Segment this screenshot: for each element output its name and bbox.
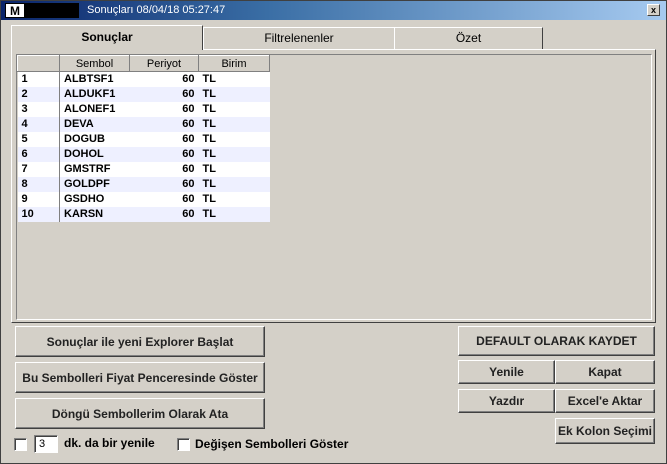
row-period: 60 xyxy=(129,71,199,87)
table-row[interactable]: 9 GSDHO 60 TL xyxy=(17,191,270,207)
print-button[interactable]: Yazdır xyxy=(458,389,555,413)
row-symbol: ALDUKF1 xyxy=(59,86,130,102)
close-button[interactable]: Kapat xyxy=(555,360,655,384)
row-unit: TL xyxy=(198,191,270,207)
column-header-symbol[interactable]: Sembol xyxy=(59,55,130,72)
row-unit: TL xyxy=(198,101,270,117)
table-row[interactable]: 7 GMSTRF 60 TL xyxy=(17,161,270,177)
row-unit: TL xyxy=(198,86,270,102)
column-header-index[interactable] xyxy=(17,55,60,72)
row-unit: TL xyxy=(198,116,270,132)
row-unit: TL xyxy=(198,206,270,222)
row-index: 1 xyxy=(17,71,60,87)
title-bar[interactable]: M Sonuçları 08/04/18 05:27:47 x xyxy=(1,1,666,20)
refresh-label: dk. da bir yenile xyxy=(64,436,155,450)
app-logo: M xyxy=(5,3,25,18)
row-index: 3 xyxy=(17,101,60,117)
row-period: 60 xyxy=(129,191,199,207)
start-explorer-button[interactable]: Sonuçlar ile yeni Explorer Başlat xyxy=(15,326,265,357)
row-unit: TL xyxy=(198,71,270,87)
row-period: 60 xyxy=(129,116,199,132)
tab-filtered[interactable]: Filtrelenenler xyxy=(203,27,395,49)
row-unit: TL xyxy=(198,131,270,147)
assign-loop-symbols-button[interactable]: Döngü Sembollerim Olarak Ata xyxy=(15,398,265,429)
row-period: 60 xyxy=(129,176,199,192)
auto-refresh-checkbox[interactable] xyxy=(14,438,27,451)
table-row[interactable]: 3 ALONEF1 60 TL xyxy=(17,101,270,117)
row-symbol: GMSTRF xyxy=(59,161,130,177)
show-changed-checkbox[interactable] xyxy=(177,438,190,451)
row-index: 9 xyxy=(17,191,60,207)
window-title: Sonuçları 08/04/18 05:27:47 xyxy=(87,4,226,16)
results-grid[interactable]: Sembol Periyot Birim 1 ALBTSF1 60 TL 2 A… xyxy=(16,54,652,320)
row-index: 4 xyxy=(17,116,60,132)
row-index: 7 xyxy=(17,161,60,177)
row-unit: TL xyxy=(198,176,270,192)
row-period: 60 xyxy=(129,161,199,177)
row-symbol: GOLDPF xyxy=(59,176,130,192)
column-header-period[interactable]: Periyot xyxy=(129,55,199,72)
refresh-button[interactable]: Yenile xyxy=(458,360,555,384)
table-row[interactable]: 5 DOGUB 60 TL xyxy=(17,131,270,147)
row-symbol: DOHOL xyxy=(59,146,130,162)
export-excel-button[interactable]: Excel'e Aktar xyxy=(555,389,655,413)
row-period: 60 xyxy=(129,131,199,147)
table-row[interactable]: 10 KARSN 60 TL xyxy=(17,206,270,222)
row-period: 60 xyxy=(129,86,199,102)
table-row[interactable]: 6 DOHOL 60 TL xyxy=(17,146,270,162)
show-changed-label: Değişen Sembolleri Göster xyxy=(195,437,349,451)
tab-summary[interactable]: Özet xyxy=(394,27,543,49)
close-icon[interactable]: x xyxy=(647,4,660,16)
row-symbol: ALONEF1 xyxy=(59,101,130,117)
results-table: Sembol Periyot Birim 1 ALBTSF1 60 TL 2 A… xyxy=(17,55,270,222)
row-index: 6 xyxy=(17,146,60,162)
table-row[interactable]: 4 DEVA 60 TL xyxy=(17,116,270,132)
row-index: 5 xyxy=(17,131,60,147)
show-in-price-window-button[interactable]: Bu Sembolleri Fiyat Penceresinde Göster xyxy=(15,362,265,393)
tab-strip: Sonuçlar Filtrelenenler Özet xyxy=(11,25,656,50)
row-period: 60 xyxy=(129,146,199,162)
title-bar-block xyxy=(25,3,79,18)
extra-columns-button[interactable]: Ek Kolon Seçimi xyxy=(555,418,655,444)
results-panel: Sembol Periyot Birim 1 ALBTSF1 60 TL 2 A… xyxy=(11,49,656,323)
row-period: 60 xyxy=(129,206,199,222)
table-row[interactable]: 8 GOLDPF 60 TL xyxy=(17,176,270,192)
results-window: M Sonuçları 08/04/18 05:27:47 x Sonuçlar… xyxy=(0,0,667,464)
row-symbol: KARSN xyxy=(59,206,130,222)
row-symbol: ALBTSF1 xyxy=(59,71,130,87)
row-symbol: GSDHO xyxy=(59,191,130,207)
row-period: 60 xyxy=(129,101,199,117)
row-index: 8 xyxy=(17,176,60,192)
row-symbol: DEVA xyxy=(59,116,130,132)
table-row[interactable]: 2 ALDUKF1 60 TL xyxy=(17,86,270,102)
save-default-button[interactable]: DEFAULT OLARAK KAYDET xyxy=(458,326,655,356)
tab-results[interactable]: Sonuçlar xyxy=(11,25,203,50)
column-header-unit[interactable]: Birim xyxy=(198,55,270,72)
refresh-minutes-input[interactable]: 3 xyxy=(34,435,58,453)
row-unit: TL xyxy=(198,146,270,162)
row-index: 10 xyxy=(17,206,60,222)
row-symbol: DOGUB xyxy=(59,131,130,147)
row-unit: TL xyxy=(198,161,270,177)
row-index: 2 xyxy=(17,86,60,102)
table-row[interactable]: 1 ALBTSF1 60 TL xyxy=(17,71,270,87)
